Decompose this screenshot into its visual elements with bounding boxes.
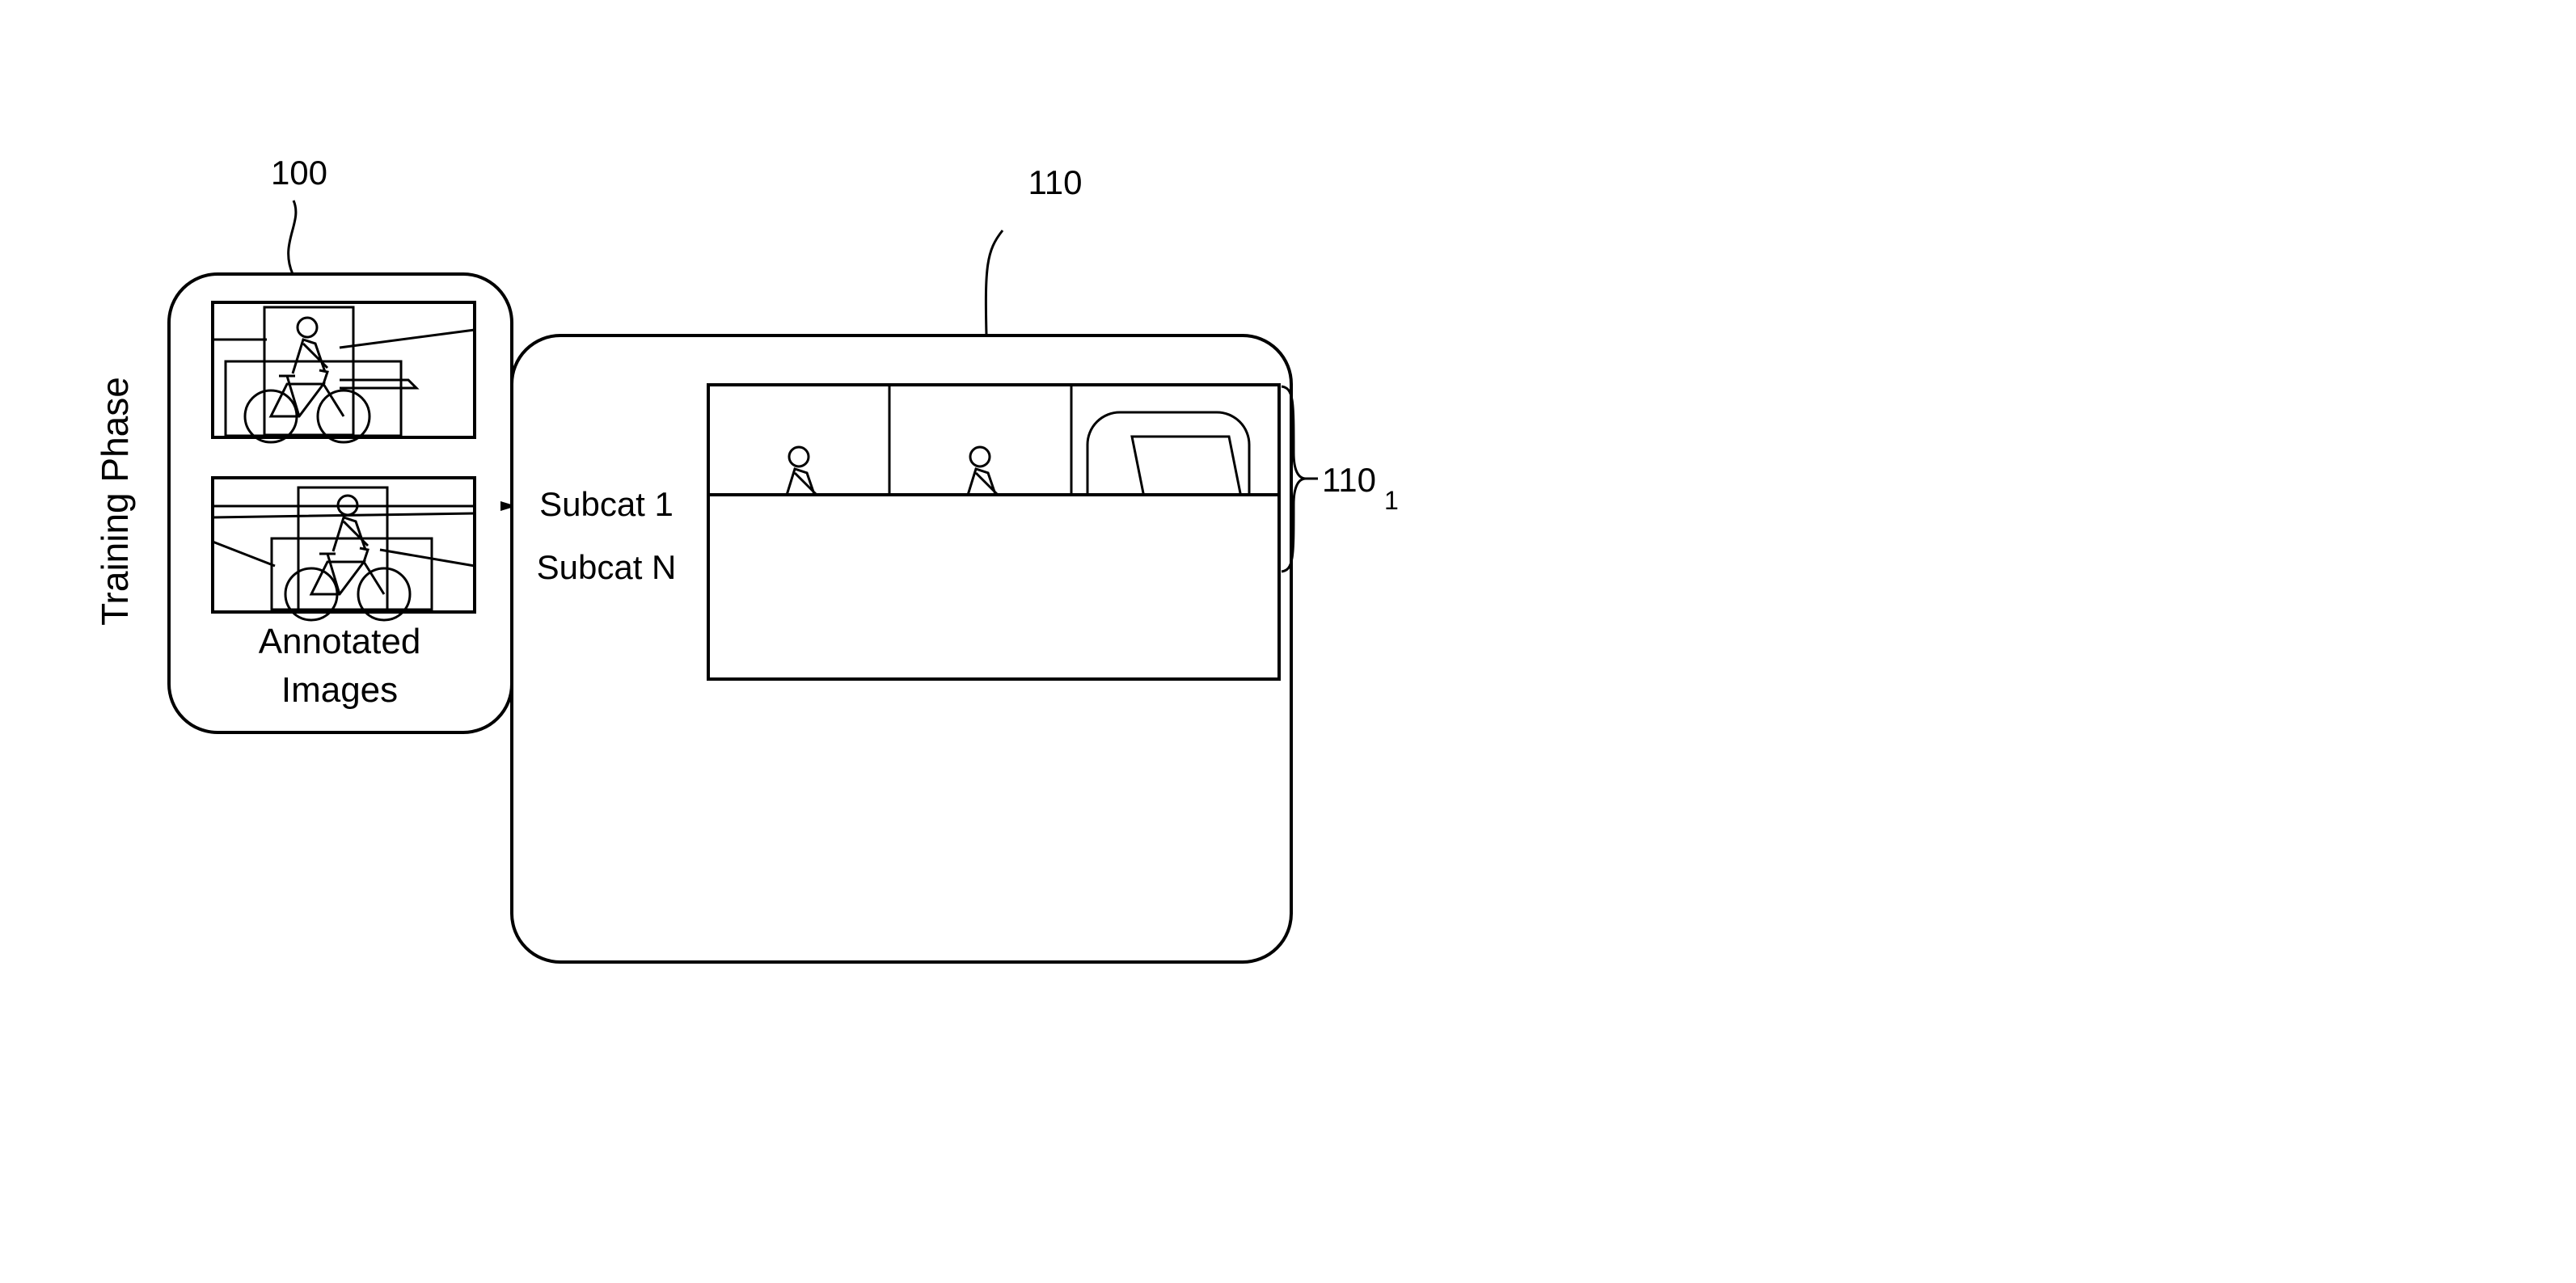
annotated-images-block: 100 Annotated Images bbox=[167, 154, 513, 734]
ref-100: 100 bbox=[271, 154, 327, 192]
patent-figure: Training Phase 100 Annotated Images 110 bbox=[94, 154, 1399, 964]
subcat-1-label: Subcat 1 bbox=[539, 485, 674, 523]
ref-110: 110 bbox=[1028, 163, 1083, 201]
leader-100 bbox=[287, 200, 298, 275]
ref-110-1: 110 bbox=[1322, 461, 1376, 499]
discover-subcategories-block: 110 Subcat 1 110 1 Subcat N bbox=[510, 163, 1399, 964]
annotated-image-1 bbox=[211, 301, 476, 444]
annotated-image-2 bbox=[211, 476, 476, 622]
training-phase-label: Training Phase bbox=[94, 377, 136, 626]
subcat-n-label: Subcat N bbox=[537, 548, 677, 586]
annotated-label-line1: Annotated bbox=[259, 622, 421, 661]
ref-110-1-sub: 1 bbox=[1384, 486, 1399, 515]
subcat-n-images bbox=[707, 493, 1281, 681]
leader-110 bbox=[984, 230, 1004, 336]
annotated-label-line2: Images bbox=[281, 670, 398, 710]
